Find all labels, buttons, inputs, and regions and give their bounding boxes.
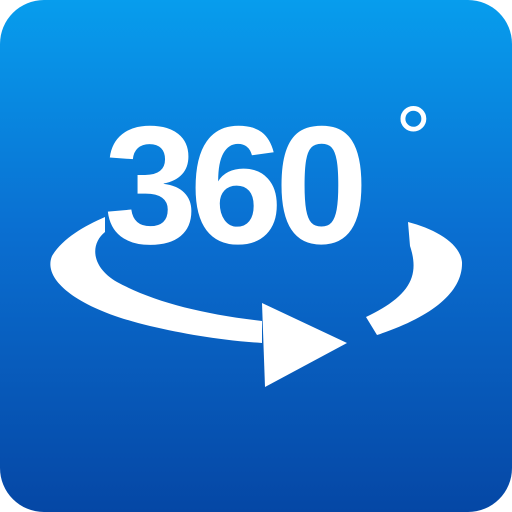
degree-symbol: °	[395, 88, 432, 190]
rotation-label-number: 360	[104, 91, 368, 279]
rotation-arrow-head	[262, 303, 347, 387]
app-icon-360[interactable]: 360 °	[0, 0, 512, 512]
